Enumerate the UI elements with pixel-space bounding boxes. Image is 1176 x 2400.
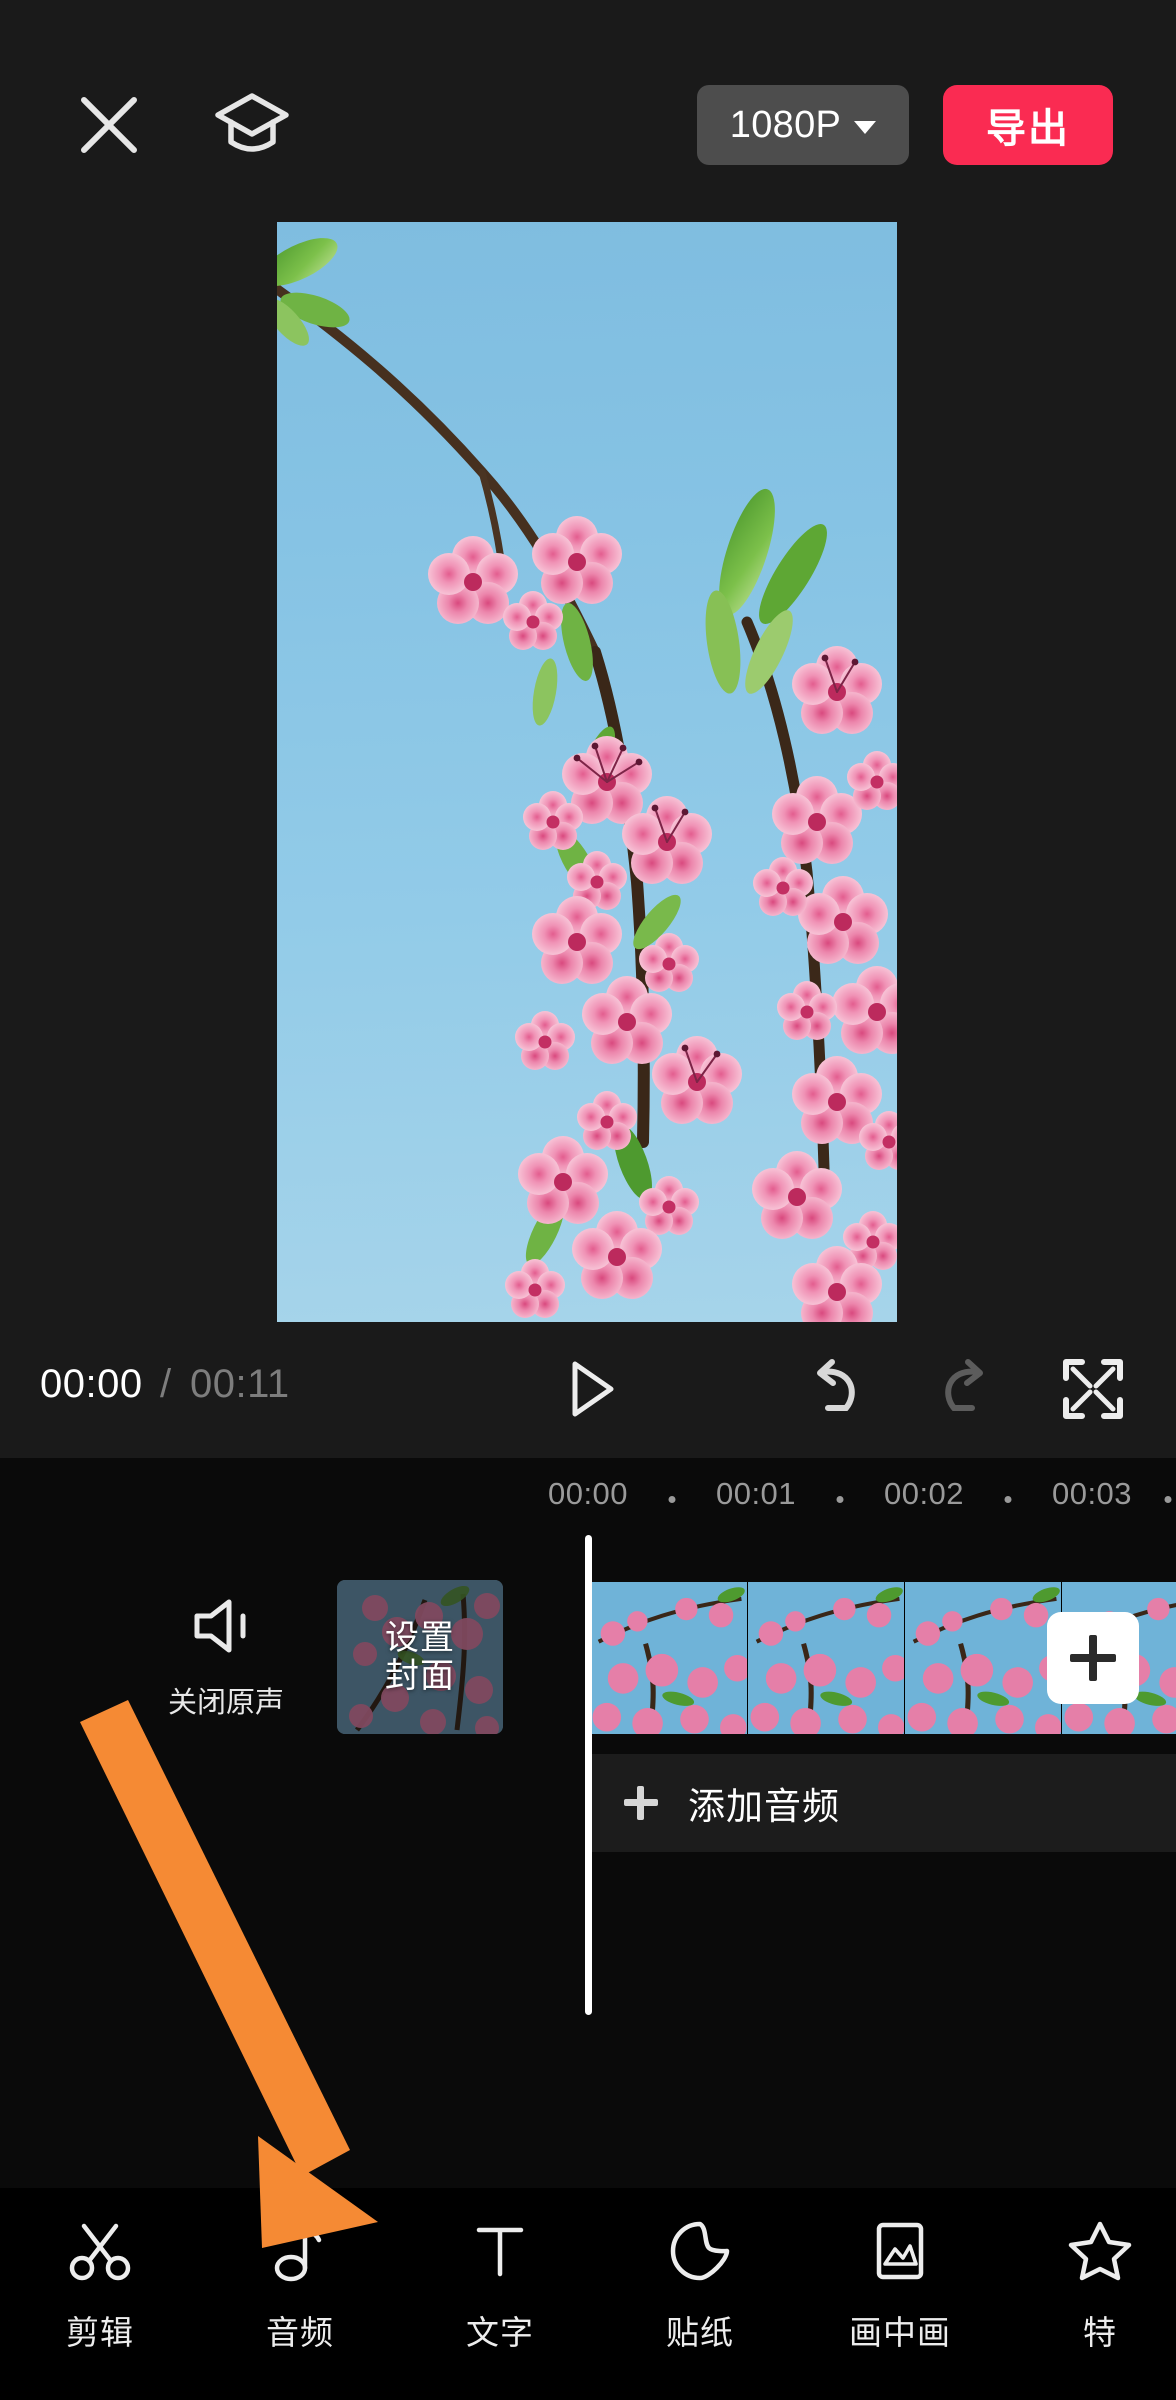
video-preview[interactable] <box>277 222 897 1322</box>
mute-original-sound-button[interactable]: 关闭原声 <box>152 1582 300 1732</box>
export-label: 导出 <box>986 107 1070 151</box>
tool-item-sticker[interactable]: 贴纸 <box>600 2214 800 2354</box>
quality-selector-button[interactable]: 1080P <box>697 85 909 165</box>
tool-item-edit[interactable]: 剪辑 <box>0 2214 200 2354</box>
music-note-icon <box>267 2214 333 2288</box>
add-clip-plus-icon[interactable] <box>1047 1612 1139 1704</box>
ruler-tick-label: 00:02 <box>883 1476 965 1511</box>
clip-thumb-image <box>905 1582 1061 1734</box>
play-triangle-icon[interactable] <box>555 1354 625 1424</box>
preview-frame-image <box>277 222 897 1322</box>
time-separator: / <box>160 1362 172 1406</box>
quality-label: 1080P <box>729 103 842 146</box>
text-t-icon <box>467 2214 533 2288</box>
ruler-tick-dot <box>1164 1496 1172 1503</box>
export-button[interactable]: 导出 <box>943 85 1113 165</box>
tool-item-effects[interactable]: 特 <box>1000 2214 1176 2354</box>
ruler-tick-dot <box>1004 1496 1012 1503</box>
speaker-mute-icon <box>189 1596 263 1661</box>
undo-arrow-icon[interactable] <box>800 1354 870 1424</box>
timeline-ruler[interactable]: 00:00 00:01 00:02 00:03 <box>0 1458 1176 1526</box>
chevron-down-icon <box>854 120 877 134</box>
clip-thumb-image <box>748 1582 904 1734</box>
star-effects-icon <box>1067 2214 1133 2288</box>
tool-label: 文字 <box>466 2314 534 2351</box>
tool-label: 画中画 <box>849 2314 951 2351</box>
current-time-label: 00:00 <box>40 1362 143 1406</box>
cover-text-line2: 封面 <box>385 1657 455 1695</box>
top-bar: 1080P 导出 <box>0 70 1176 180</box>
plus-icon <box>624 1786 658 1820</box>
tool-item-audio[interactable]: 音频 <box>200 2214 400 2354</box>
clip-thumbnail[interactable] <box>747 1582 904 1734</box>
graduation-cap-icon[interactable] <box>212 88 292 162</box>
ruler-tick-label: 00:03 <box>1051 1476 1133 1511</box>
sticker-icon <box>667 2214 733 2288</box>
tool-label: 贴纸 <box>666 2314 734 2351</box>
tool-label: 音频 <box>266 2314 334 2351</box>
add-audio-label: 添加音频 <box>688 1786 840 1827</box>
ruler-tick-label: 00:00 <box>547 1476 629 1511</box>
clip-thumbnail[interactable] <box>904 1582 1061 1734</box>
editor-upper-panel: 1080P 导出 00:00 / 00:11 <box>0 0 1176 1458</box>
cover-text-line1: 设置 <box>385 1618 455 1657</box>
tool-label: 剪辑 <box>66 2314 134 2351</box>
tool-item-text[interactable]: 文字 <box>400 2214 600 2354</box>
capcut-editor-screen: 1080P 导出 00:00 / 00:11 00:00 00:01 00:02… <box>0 0 1176 2400</box>
scissors-icon <box>67 2214 133 2288</box>
timeline-panel[interactable]: 00:00 00:01 00:02 00:03 关闭原声 设置 封面 添加音频 <box>0 1458 1176 2188</box>
tool-label: 特 <box>1083 2314 1117 2351</box>
tool-list: 剪辑 音频 文字 贴纸 画中画 特 <box>0 2214 1176 2394</box>
set-cover-button[interactable]: 设置 封面 <box>337 1580 503 1734</box>
total-time-label: 00:11 <box>190 1362 290 1406</box>
close-x-icon[interactable] <box>70 86 148 164</box>
redo-arrow-icon[interactable] <box>930 1354 1000 1424</box>
cover-button-text: 设置 封面 <box>337 1580 503 1734</box>
tool-item-pip[interactable]: 画中画 <box>800 2214 1000 2354</box>
bottom-toolbar: 剪辑 音频 文字 贴纸 画中画 特 <box>0 2188 1176 2400</box>
picture-in-picture-icon <box>867 2214 933 2288</box>
ruler-tick-dot <box>836 1496 844 1503</box>
add-audio-track-button[interactable]: 添加音频 <box>590 1754 1176 1852</box>
clip-thumbnail[interactable] <box>590 1582 747 1734</box>
timeline-playhead[interactable] <box>585 1535 592 2015</box>
ruler-tick-label: 00:01 <box>715 1476 797 1511</box>
ruler-tick-dot <box>668 1496 676 1503</box>
fullscreen-expand-icon[interactable] <box>1060 1356 1126 1422</box>
player-controls: 00:00 / 00:11 <box>0 1330 1176 1448</box>
mute-label: 关闭原声 <box>167 1687 284 1719</box>
clip-thumb-image <box>590 1582 747 1734</box>
